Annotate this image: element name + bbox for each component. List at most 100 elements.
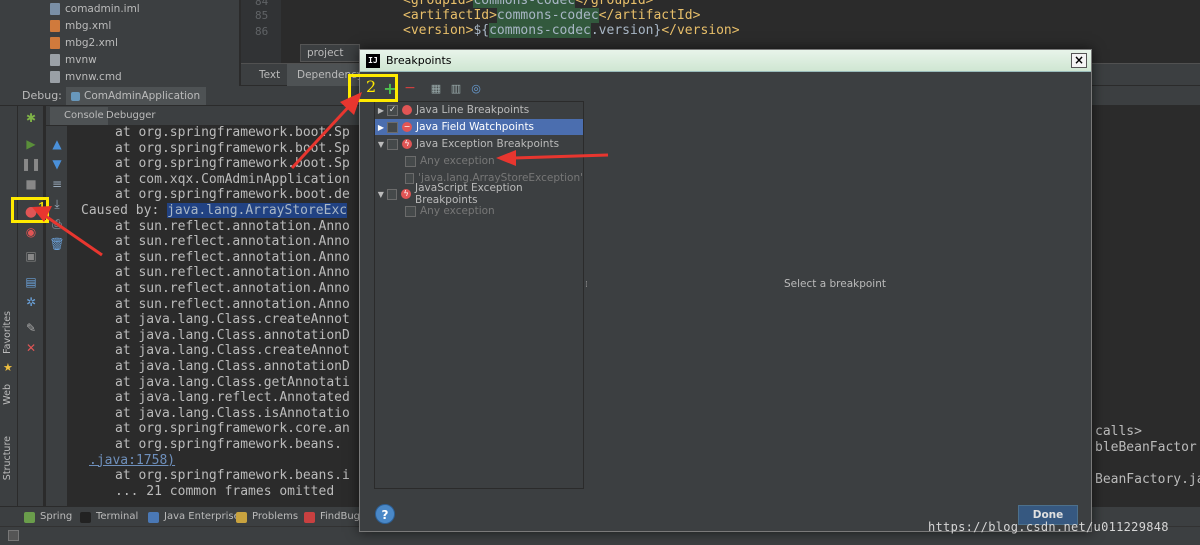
tree-item-label: Any exception (420, 155, 495, 167)
tree-item-java-line-breakpoints[interactable]: ▶ ✓ Java Line Breakpoints (375, 102, 583, 118)
tree-item-label: Java Exception Breakpoints (416, 138, 560, 150)
favorites-tool-tab[interactable]: Favorites (2, 311, 13, 354)
collapse-arrow-icon[interactable]: ▼ (375, 140, 387, 149)
console-line: at sun.reflect.annotation.Anno (115, 218, 350, 234)
layout-icon[interactable]: ▤ (23, 274, 39, 290)
tree-item-any-exception[interactable]: Any exception (375, 153, 583, 169)
structure-tool-tab[interactable]: Structure (2, 436, 13, 480)
close-icon[interactable]: ✕ (23, 340, 39, 356)
intellij-logo-icon: IJ (366, 54, 380, 68)
collapse-arrow-icon[interactable]: ▼ (375, 190, 387, 199)
splitter-handle[interactable]: ⁞ (585, 280, 589, 296)
spring-tool-tab[interactable]: Spring (24, 509, 72, 525)
tree-file-mbg2-xml[interactable]: mbg2.xml (50, 35, 118, 51)
console-line: ... 21 common frames omitted (115, 483, 335, 499)
group-by-class-icon[interactable]: ▥ (448, 80, 464, 96)
web-tool-tab[interactable]: Web (2, 384, 13, 405)
watchpoint-icon: − (402, 122, 412, 132)
exception-breakpoint-icon: ϟ (402, 139, 412, 149)
console-line: at java.lang.Class.getAnnotati (115, 374, 350, 390)
exception-link[interactable]: java.lang.ArrayStoreExc (167, 203, 348, 218)
tree-file-label: mvnw.cmd (65, 71, 122, 83)
debug-label: Debug: (22, 89, 62, 102)
tree-file-mvnw-cmd[interactable]: mvnw.cmd (50, 69, 122, 85)
tab-console[interactable]: Console (50, 107, 108, 125)
console-line: at java.lang.Class.createAnnot (115, 312, 350, 328)
checkbox[interactable] (405, 172, 415, 184)
xml-file-icon (50, 20, 60, 32)
debug-toolbar: ✱ ▶ ❚❚ ■ ● ◉ ▣ ▤ ✲ ✎ ✕ (18, 106, 44, 506)
tree-item-label: Java Line Breakpoints (416, 104, 530, 116)
problems-tool-tab[interactable]: Problems (236, 509, 298, 525)
pause-icon[interactable]: ❚❚ (21, 156, 41, 172)
group-by-package-icon[interactable]: ▦ (428, 80, 444, 96)
tree-item-javascript-exception-breakpoints[interactable]: ▼ ϟ JavaScript Exception Breakpoints (375, 182, 583, 206)
expand-arrow-icon[interactable]: ▶ (375, 123, 387, 132)
dialog-close-button[interactable]: × (1071, 53, 1087, 68)
arrow-up-icon[interactable]: ▲ (49, 136, 65, 152)
console-output[interactable]: at org.springframework.boot.Sp at org.spr… (69, 126, 360, 506)
console-line: at sun.reflect.annotation.Anno (115, 249, 350, 265)
console-line: at java.lang.Class.annotationD (115, 359, 350, 374)
trash-icon[interactable]: 🗑 (49, 236, 65, 252)
console-line: calls> (1095, 424, 1142, 439)
source-link[interactable]: .java:1758) (89, 453, 175, 469)
console-line: at sun.reflect.annotation.Anno (115, 281, 350, 296)
print-icon[interactable]: ⎙ (49, 216, 65, 232)
soft-wrap-icon[interactable]: ≡ (49, 176, 65, 192)
console-line: at org.springframework.boot.Sp (115, 140, 350, 156)
pin-icon[interactable]: ✎ (23, 320, 39, 336)
console-line: at sun.reflect.annotation.Anno (115, 296, 350, 312)
help-button[interactable]: ? (375, 504, 395, 524)
console-toolbar: ▲ ▼ ≡ ⤓ ⎙ 🗑 (46, 126, 68, 506)
breakpoints-dialog: IJ Breakpoints × + − ▦ ▥ ◎ ▶ ✓ Java Line… (359, 49, 1092, 532)
status-toggle-icon[interactable] (8, 530, 19, 541)
checkbox[interactable] (386, 188, 398, 200)
tab-debugger[interactable]: Debugger (102, 107, 160, 125)
group-by-file-icon[interactable]: ◎ (468, 80, 484, 96)
xml-file-icon (50, 37, 60, 49)
findbugs-tool-tab[interactable]: FindBugs (304, 509, 365, 525)
java-enterprise-tool-tab[interactable]: Java Enterprise (148, 509, 240, 525)
checkbox[interactable] (405, 205, 416, 217)
terminal-tool-tab[interactable]: Terminal (80, 509, 138, 525)
line-number: 86 (255, 25, 269, 38)
scroll-end-icon[interactable]: ⤓ (49, 196, 65, 212)
tree-file-mvnw[interactable]: mvnw (50, 52, 97, 68)
project-tree-panel: comadmin.iml mbg.xml mbg2.xml mvnw mvnw.… (0, 0, 240, 86)
stop-icon[interactable]: ■ (23, 176, 39, 192)
console-line: at java.lang.Class.createAnnot (115, 343, 350, 359)
console-line: at com.xqx.ComAdminApplication (115, 171, 350, 187)
checkbox[interactable] (387, 121, 398, 133)
tree-item-java-field-watchpoints[interactable]: ▶ − Java Field Watchpoints (375, 119, 583, 135)
tree-file-comadmin-iml[interactable]: comadmin.iml (50, 1, 140, 17)
console-line: at org.springframework.core.an (115, 421, 350, 437)
tree-item-any-exception-js[interactable]: Any exception (375, 203, 583, 219)
tree-file-mbg-xml[interactable]: mbg.xml (50, 18, 111, 34)
breakpoints-toolbar: + − ▦ ▥ ◎ (370, 78, 590, 100)
settings-icon[interactable]: ✲ (23, 294, 39, 310)
arrow-down-icon[interactable]: ▼ (49, 156, 65, 172)
tree-item-java-exception-breakpoints[interactable]: ▼ ϟ Java Exception Breakpoints (375, 136, 583, 152)
bug-icon[interactable]: ✱ (23, 110, 39, 126)
breakpoints-tree[interactable]: ▶ ✓ Java Line Breakpoints ▶ − Java Field… (374, 101, 584, 489)
checkbox[interactable] (405, 155, 416, 167)
console-line: at sun.reflect.annotation.Anno (115, 265, 350, 281)
breakpoint-details-panel: Select a breakpoint (590, 101, 1080, 489)
checkbox[interactable] (387, 138, 398, 150)
resume-icon[interactable]: ▶ (23, 136, 39, 152)
dialog-title-bar: IJ Breakpoints × (360, 50, 1091, 72)
mute-breakpoints-icon[interactable]: ◉ (23, 224, 39, 240)
tab-text[interactable]: Text (249, 64, 290, 86)
script-file-icon (50, 71, 60, 83)
checkbox-checked[interactable]: ✓ (387, 104, 398, 116)
remove-breakpoint-button[interactable]: − (402, 80, 418, 96)
project-popup-tab[interactable]: project (300, 44, 360, 62)
code-line: <artifactId>commons-codec</artifactId> (403, 8, 701, 23)
frame-icon[interactable]: ▣ (23, 248, 39, 264)
details-placeholder: Select a breakpoint (783, 278, 886, 290)
debug-session-tab[interactable]: ComAdminApplication (66, 87, 207, 105)
expand-arrow-icon[interactable]: ▶ (375, 106, 387, 115)
line-number: 84 (255, 0, 269, 8)
code-line: <version>${commons-codec.version}</versi… (403, 23, 740, 38)
